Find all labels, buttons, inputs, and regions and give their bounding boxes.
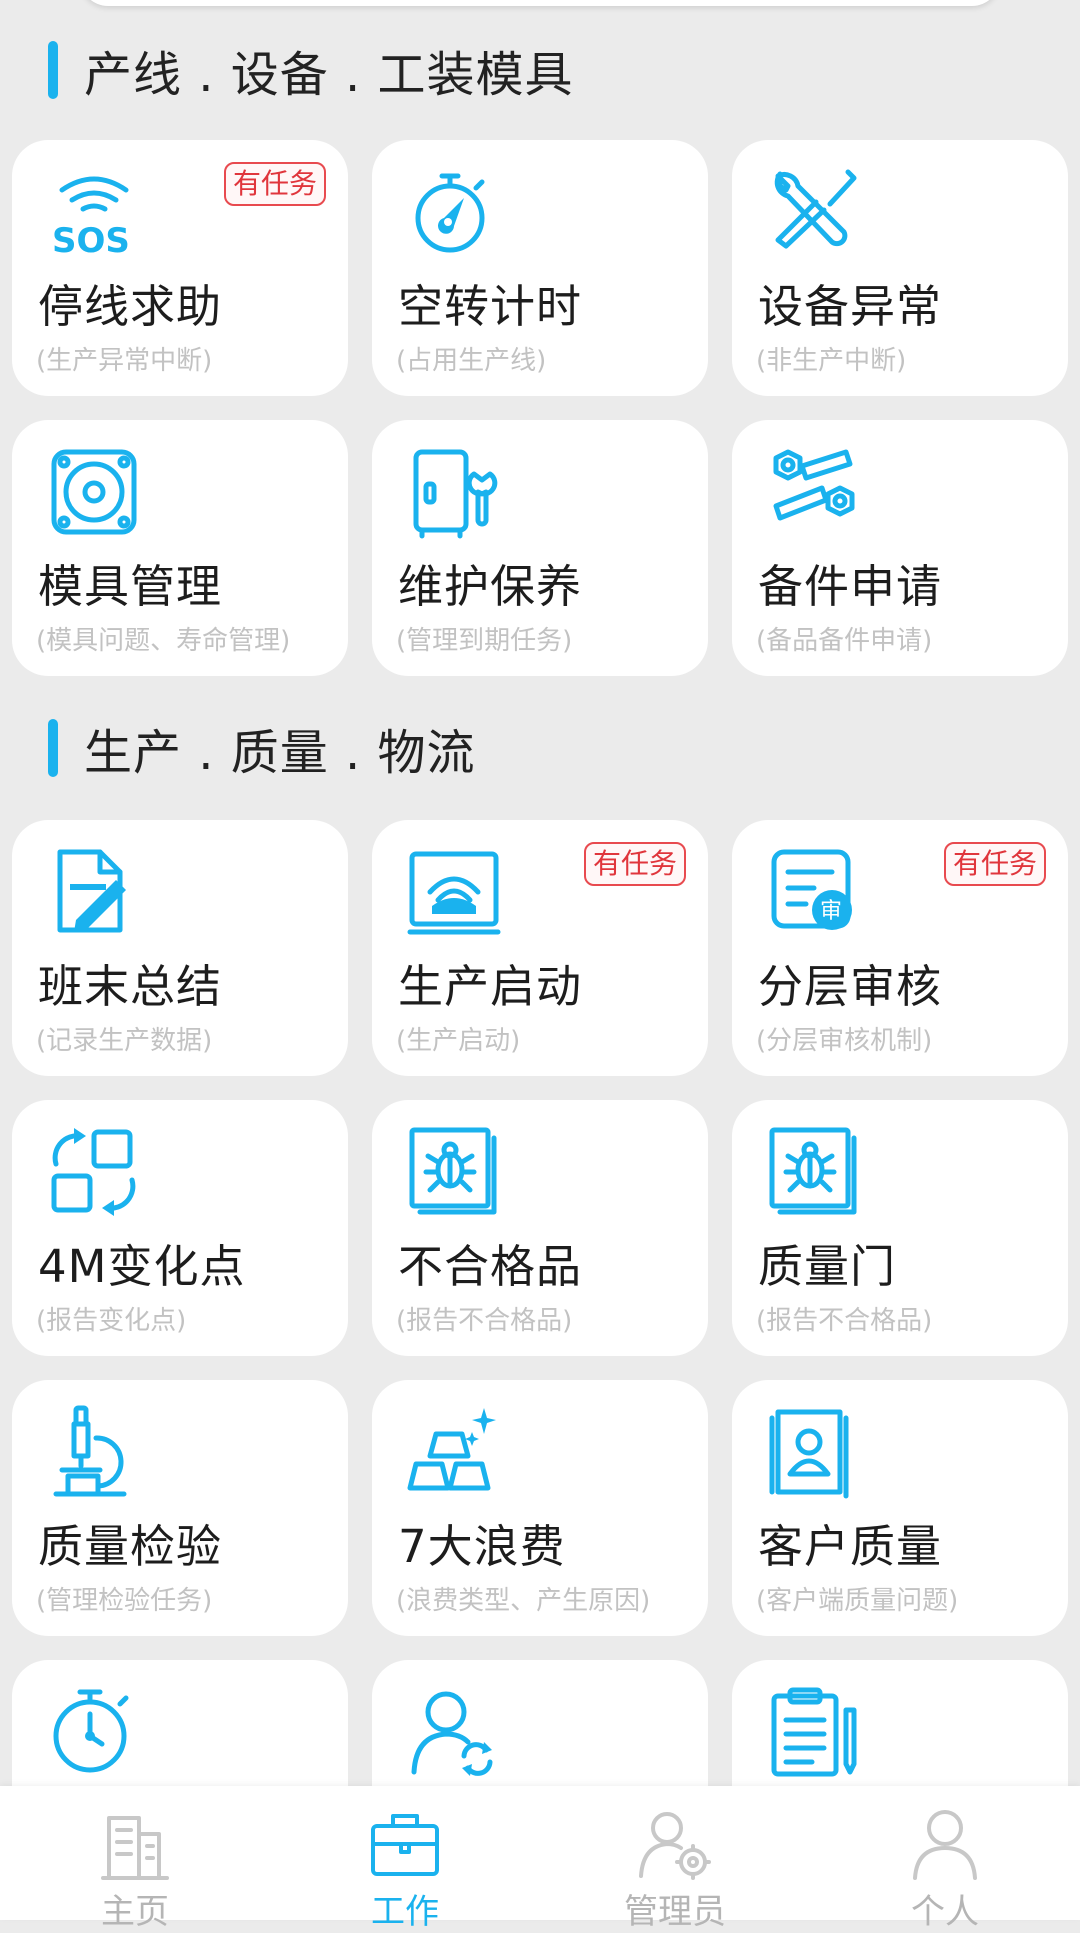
tab-label: 工作 [371, 1892, 439, 1932]
card-title: 维护保养 [398, 560, 583, 613]
card-subtitle: (模具问题、寿命管理) [36, 626, 291, 656]
tools-icon [766, 164, 862, 260]
card-title: 质量检验 [38, 1520, 223, 1573]
spare-parts-icon [766, 444, 862, 540]
bug-frame-icon [766, 1124, 862, 1220]
card-subtitle: (非生产中断) [756, 346, 907, 376]
card-title: 模具管理 [38, 560, 223, 613]
tab-admin[interactable]: 管理员 [540, 1786, 810, 1932]
card-title: 客户质量 [758, 1520, 943, 1573]
clipboard-pen-icon [766, 1684, 862, 1780]
card-subtitle: (管理到期任务) [396, 626, 573, 656]
gold-bars-icon [406, 1404, 502, 1500]
admin-gear-icon [635, 1804, 715, 1884]
customer-card-icon [766, 1404, 862, 1500]
section-accent-bar [48, 719, 58, 777]
section-header-production: 生产 . 质量 . 物流 [48, 718, 476, 781]
section-title: 产线 . 设备 . 工装模具 [84, 47, 574, 103]
card-subtitle: (生产异常中断) [36, 346, 213, 376]
top-panel-edge [80, 0, 1000, 6]
tab-profile[interactable]: 个人 [810, 1786, 1080, 1932]
card-subtitle: (备品备件申请) [756, 626, 933, 656]
person-icon [905, 1804, 985, 1884]
card-quality-gate[interactable]: 质量门 (报告不合格品) [732, 1100, 1068, 1356]
card-mold-management[interactable]: 模具管理 (模具问题、寿命管理) [12, 420, 348, 676]
card-equipment-abnormal[interactable]: 设备异常 (非生产中断) [732, 140, 1068, 396]
bottom-tab-bar: 主页 工作 管理员 个人 [0, 1786, 1080, 1932]
card-spare-parts[interactable]: 备件申请 (备品备件申请) [732, 420, 1068, 676]
card-line-stop-help[interactable]: SOS 有任务 停线求助 (生产异常中断) [12, 140, 348, 396]
card-quality-inspection[interactable]: 质量检验 (管理检验任务) [12, 1380, 348, 1636]
card-subtitle: (分层审核机制) [756, 1026, 933, 1056]
card-subtitle: (管理检验任务) [36, 1586, 213, 1616]
building-icon [95, 1804, 175, 1884]
sos-icon: SOS [46, 164, 142, 260]
card-title: 生产启动 [398, 960, 583, 1013]
tab-home[interactable]: 主页 [0, 1786, 270, 1932]
svg-text:审: 审 [820, 899, 842, 924]
tab-work[interactable]: 工作 [270, 1786, 540, 1932]
card-title: 空转计时 [398, 280, 583, 333]
swap-squares-icon [46, 1124, 142, 1220]
task-badge: 有任务 [943, 842, 1046, 886]
svg-text:SOS: SOS [52, 221, 130, 260]
card-title: 7大浪费 [398, 1520, 566, 1573]
card-subtitle: (报告不合格品) [396, 1306, 573, 1336]
audit-document-icon: 审 [766, 844, 862, 940]
stopwatch-icon [46, 1684, 142, 1780]
task-badge: 有任务 [223, 162, 326, 206]
card-subtitle: (报告变化点) [36, 1306, 187, 1336]
tab-label: 主页 [101, 1892, 169, 1932]
monitor-signal-icon [406, 844, 502, 940]
card-seven-wastes[interactable]: 7大浪费 (浪费类型、产生原因) [372, 1380, 708, 1636]
briefcase-icon [365, 1804, 445, 1884]
microscope-icon [46, 1404, 142, 1500]
card-maintenance[interactable]: 维护保养 (管理到期任务) [372, 420, 708, 676]
bug-frame-icon [406, 1124, 502, 1220]
cabinet-wrench-icon [406, 444, 502, 540]
card-customer-quality[interactable]: 客户质量 (客户端质量问题) [732, 1380, 1068, 1636]
person-sync-icon [406, 1684, 502, 1780]
tab-label: 管理员 [624, 1892, 726, 1932]
section-title: 生产 . 质量 . 物流 [84, 725, 476, 781]
task-badge: 有任务 [583, 842, 686, 886]
card-title: 备件申请 [758, 560, 943, 613]
tab-label: 个人 [911, 1892, 979, 1932]
card-subtitle: (报告不合格品) [756, 1306, 933, 1336]
card-title: 4M变化点 [38, 1240, 246, 1293]
section-accent-bar [48, 41, 58, 99]
card-4m-change[interactable]: 4M变化点 (报告变化点) [12, 1100, 348, 1356]
card-title: 质量门 [758, 1240, 897, 1293]
card-layered-audit[interactable]: 审 有任务 分层审核 (分层审核机制) [732, 820, 1068, 1076]
card-subtitle: (占用生产线) [396, 346, 547, 376]
card-title: 班末总结 [38, 960, 223, 1013]
card-title: 设备异常 [758, 280, 943, 333]
card-subtitle: (生产启动) [396, 1026, 521, 1056]
card-title: 分层审核 [758, 960, 943, 1013]
stopwatch-icon [406, 164, 502, 260]
card-subtitle: (记录生产数据) [36, 1026, 213, 1056]
mold-icon [46, 444, 142, 540]
document-pen-icon [46, 844, 142, 940]
card-production-start[interactable]: 有任务 生产启动 (生产启动) [372, 820, 708, 1076]
card-shift-summary[interactable]: 班末总结 (记录生产数据) [12, 820, 348, 1076]
card-title: 停线求助 [38, 280, 223, 333]
card-idle-timing[interactable]: 空转计时 (占用生产线) [372, 140, 708, 396]
card-subtitle: (客户端质量问题) [756, 1586, 959, 1616]
section-header-equipment: 产线 . 设备 . 工装模具 [48, 40, 574, 103]
card-subtitle: (浪费类型、产生原因) [396, 1586, 651, 1616]
card-nonconforming[interactable]: 不合格品 (报告不合格品) [372, 1100, 708, 1356]
card-title: 不合格品 [398, 1240, 583, 1293]
